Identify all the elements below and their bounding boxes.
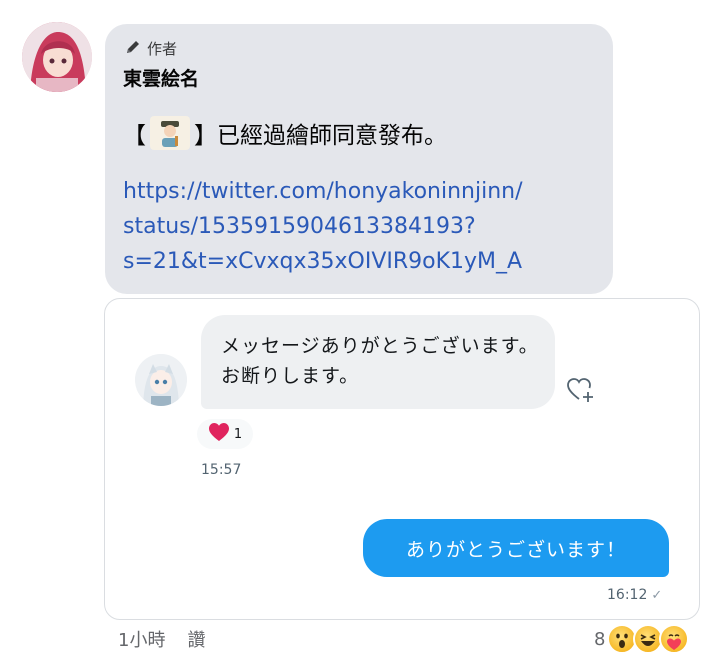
message-reaction[interactable]: 1 bbox=[197, 419, 253, 449]
comment-body: 】已經過繪師同意發布。 bbox=[194, 123, 447, 149]
red-heart-icon bbox=[208, 422, 230, 446]
outgoing-timestamp: 16:12 bbox=[607, 587, 648, 603]
reaction-total: 8 bbox=[594, 628, 606, 650]
dm-screenshot-attachment[interactable]: メッセージありがとうございます。お断りします。 1 15:57 ありがとうござい… bbox=[104, 298, 700, 620]
pencil-icon bbox=[125, 39, 141, 59]
tweet-link[interactable]: https://twitter.com/honyakoninnjinn/ sta… bbox=[123, 174, 603, 279]
comment-reactions[interactable]: 8 bbox=[594, 624, 690, 654]
author-badge: 作者 bbox=[125, 38, 177, 59]
dm-sender-avatar bbox=[135, 354, 187, 406]
link-line-3[interactable]: s=21&t=xCvxqx35xOIVIR9oK1yM_A bbox=[123, 244, 603, 279]
like-link[interactable]: 讚 bbox=[187, 626, 205, 652]
comment-bubble: 作者 東雲絵名 【 】已經過繪師同意發布。 https://twitter.co… bbox=[105, 24, 613, 294]
heart-add-icon[interactable] bbox=[565, 375, 595, 405]
comment-text: 【 】已經過繪師同意發布。 bbox=[123, 116, 447, 150]
author-role-label: 作者 bbox=[147, 40, 178, 58]
reaction-count: 1 bbox=[233, 426, 243, 442]
sent-check-icon: ✓ bbox=[651, 587, 663, 603]
incoming-message-bubble[interactable]: メッセージありがとうございます。お断りします。 bbox=[201, 315, 555, 409]
comment-time[interactable]: 1小時 bbox=[118, 626, 165, 652]
link-line-2[interactable]: status/1535915904613384193? bbox=[123, 209, 603, 244]
care-emoji-icon bbox=[659, 624, 690, 654]
comment-footer: 1小時 讚 bbox=[118, 626, 205, 652]
outgoing-message-text: ありがとうございます！ bbox=[405, 538, 626, 561]
incoming-timestamp: 15:57 bbox=[201, 462, 242, 478]
artist-emoji-icon bbox=[150, 116, 190, 150]
bracket-open: 【 bbox=[123, 123, 146, 149]
link-line-1[interactable]: https://twitter.com/honyakoninnjinn/ bbox=[123, 174, 603, 209]
outgoing-timestamp-row: 16:12 ✓ bbox=[607, 587, 662, 603]
outgoing-message-bubble[interactable]: ありがとうございます！ bbox=[363, 519, 669, 577]
incoming-message-text: メッセージありがとうございます。お断りします。 bbox=[221, 335, 539, 387]
commenter-avatar[interactable] bbox=[22, 22, 92, 92]
author-name[interactable]: 東雲絵名 bbox=[123, 64, 199, 91]
